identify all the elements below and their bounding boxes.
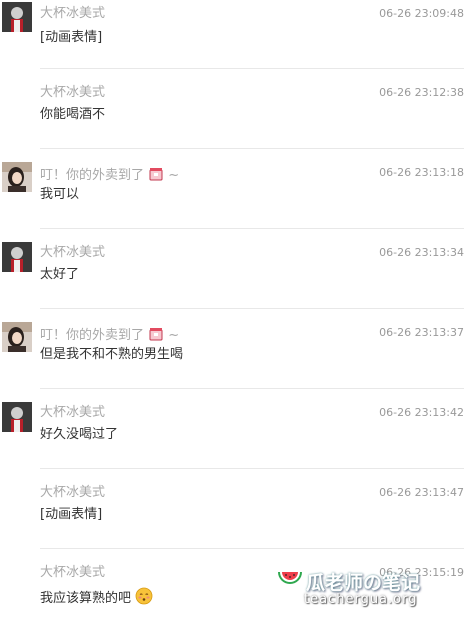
watermark-url: teachergua.org [304, 592, 418, 607]
divider [40, 388, 464, 389]
message-item: 大杯冰美式 06-26 23:13:42 好久没喝过了 [0, 388, 468, 468]
message-item: 大杯冰美式 06-26 23:13:47 [动画表情] [0, 468, 468, 548]
sender-suffix: ~ [168, 168, 180, 183]
sender-suffix: ~ [168, 328, 180, 343]
takeout-box-icon [148, 165, 164, 186]
message-text: 但是我不和不熟的男生喝 [40, 347, 184, 362]
takeout-box-icon [148, 325, 164, 346]
divider [40, 68, 464, 69]
avatar[interactable] [2, 2, 32, 32]
message-text: 好久没喝过了 [40, 427, 119, 442]
message-item: 叮！你的外卖到了 ~ 06-26 23:13:37 但是我不和不熟的男生喝 [0, 308, 468, 388]
sender-name: 大杯冰美式 [40, 85, 106, 100]
divider [40, 308, 464, 309]
timestamp: 06-26 23:13:18 [379, 166, 464, 179]
chat-history-feed: 大杯冰美式 06-26 23:09:48 [动画表情] 大杯冰美式 06-26 … [0, 0, 468, 628]
sender-name-text: 叮！你的外卖到了 [40, 168, 145, 183]
avatar[interactable] [2, 402, 32, 432]
sender-name-text: 叮！你的外卖到了 [40, 328, 145, 343]
message-item: 叮！你的外卖到了 ~ 06-26 23:13:18 我可以 [0, 148, 468, 228]
message-item: 大杯冰美式 06-26 23:09:48 [动画表情] [0, 0, 468, 68]
divider [40, 468, 464, 469]
sender-name: 叮！你的外卖到了 ~ [40, 325, 179, 346]
avatar[interactable] [2, 162, 32, 192]
divider [40, 228, 464, 229]
message-item: 大杯冰美式 06-26 23:12:38 你能喝酒不 [0, 68, 468, 148]
site-watermark: 瓜老师の笔记 teachergua.org [276, 568, 436, 612]
message-text: [动画表情] [40, 30, 103, 45]
sender-name: 大杯冰美式 [40, 405, 106, 420]
watermelon-icon [276, 568, 304, 598]
timestamp: 06-26 23:09:48 [379, 7, 464, 20]
avatar[interactable] [2, 322, 32, 352]
sender-name: 大杯冰美式 [40, 485, 106, 500]
message-text: 我应该算熟的吧 [40, 587, 153, 610]
sender-name: 大杯冰美式 [40, 6, 106, 21]
sender-name: 叮！你的外卖到了 ~ [40, 165, 179, 186]
message-text: [动画表情] [40, 507, 103, 522]
message-text: 我可以 [40, 187, 80, 202]
timestamp: 06-26 23:13:37 [379, 326, 464, 339]
message-text-content: 我应该算熟的吧 [40, 591, 132, 606]
timestamp: 06-26 23:12:38 [379, 86, 464, 99]
sender-name: 大杯冰美式 [40, 245, 106, 260]
watermark-title: 瓜老师の笔记 [306, 572, 421, 594]
timestamp: 06-26 23:13:42 [379, 406, 464, 419]
sender-name: 大杯冰美式 [40, 565, 106, 580]
timestamp: 06-26 23:13:34 [379, 246, 464, 259]
message-text: 你能喝酒不 [40, 107, 106, 122]
timestamp: 06-26 23:13:47 [379, 486, 464, 499]
message-text: 太好了 [40, 267, 80, 282]
divider [40, 548, 464, 549]
divider [40, 148, 464, 149]
blushing-face-icon [135, 587, 153, 610]
message-item: 大杯冰美式 06-26 23:13:34 太好了 [0, 228, 468, 308]
avatar[interactable] [2, 242, 32, 272]
